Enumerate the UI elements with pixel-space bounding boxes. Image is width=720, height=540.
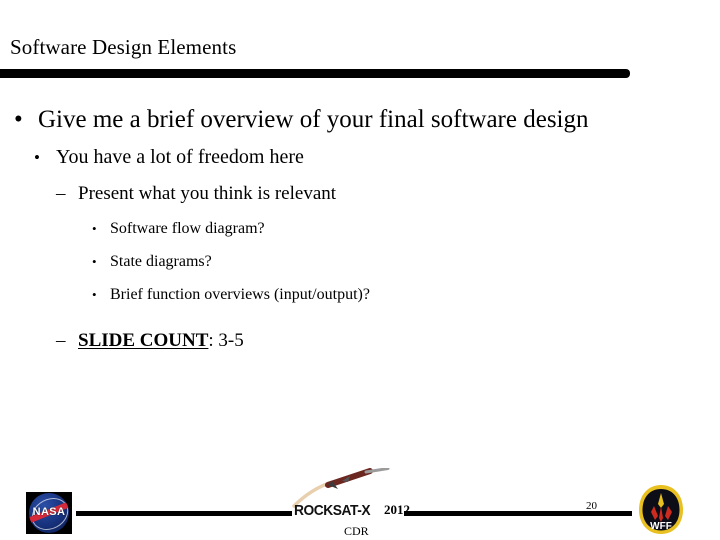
wff-logo-text: WFF — [650, 521, 672, 532]
bullet-level4-text: State diagrams? — [110, 253, 212, 270]
review-label: CDR — [344, 524, 369, 538]
slide-count-line: – SLIDE COUNT: 3-5 — [0, 323, 720, 359]
rocksat-year: 2012 — [384, 502, 410, 517]
nasa-logo-text: NASA — [32, 506, 66, 518]
slide-count-value: : 3-5 — [208, 330, 244, 351]
nasa-meatball-icon: NASA — [29, 493, 69, 533]
page-title: Software Design Elements — [10, 35, 237, 59]
slide-count-label: SLIDE COUNT — [78, 330, 209, 351]
bullet-level3: – Present what you think is relevant — [0, 176, 720, 212]
slide-body: • Give me a brief overview of your final… — [0, 100, 720, 359]
bullet-level4: • State diagrams? — [0, 245, 720, 278]
bullet-level1-text: Give me a brief overview of your final s… — [38, 106, 589, 133]
bullet-marker-icon: • — [34, 148, 40, 167]
title-divider — [0, 69, 630, 78]
bullet-level2-text: You have a lot of freedom here — [56, 146, 304, 168]
bullet-level4: • Brief function overviews (input/output… — [0, 278, 720, 311]
bullet-level2: • You have a lot of freedom here — [0, 139, 720, 176]
wff-logo: WFF — [639, 485, 683, 534]
bullet-level4-text: Software flow diagram? — [110, 220, 265, 237]
bullet-level1: • Give me a brief overview of your final… — [0, 100, 720, 139]
bullet-level4-text: Brief function overviews (input/output)? — [110, 286, 370, 303]
rocksat-logo: ROCKSAT-X 2012 CDR — [292, 468, 472, 538]
nasa-logo: NASA — [26, 492, 72, 534]
dash-marker-icon: – — [56, 330, 66, 351]
bullet-marker-icon: • — [92, 254, 97, 269]
bullet-marker-icon: • — [92, 287, 97, 302]
footer-divider-left — [76, 511, 292, 516]
dash-marker-icon: – — [56, 183, 66, 204]
slide: Software Design Elements • Give me a bri… — [0, 0, 720, 540]
bullet-marker-icon: • — [92, 221, 97, 236]
rocksat-wordmark: ROCKSAT-X — [294, 502, 371, 519]
bullet-level3-text: Present what you think is relevant — [78, 183, 337, 204]
bullet-level4: • Software flow diagram? — [0, 212, 720, 245]
page-number: 20 — [586, 500, 597, 512]
bullet-marker-icon: • — [14, 106, 23, 133]
